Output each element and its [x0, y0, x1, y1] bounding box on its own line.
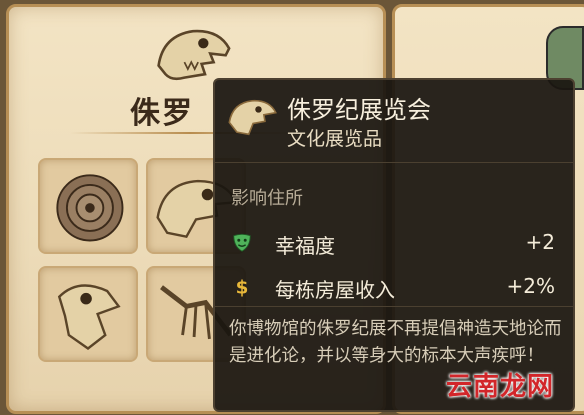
site-watermark: 云南龙网 — [446, 372, 555, 402]
effects-section-title: 影响住所 — [231, 188, 303, 209]
svg-text:$: $ — [236, 277, 249, 298]
divider — [215, 306, 573, 307]
raptor-skull-icon — [57, 284, 121, 350]
effect-value: +2% — [506, 274, 556, 298]
effect-row-income: $ 每栋房屋收入 +2% — [229, 274, 563, 302]
card-title: 侏罗 — [130, 96, 194, 131]
raptor-skull-slot[interactable] — [38, 266, 138, 362]
theater-mask-icon — [233, 233, 251, 252]
effect-value: +2 — [525, 230, 555, 254]
effect-label: 每栋房屋收入 — [275, 278, 395, 302]
item-tooltip: 侏罗纪展览会 文化展览品 影响住所 幸福度 +2 $ 每栋房屋收入 +2% 你博… — [213, 78, 575, 412]
ammonite-icon — [56, 174, 124, 242]
item-name: 侏罗纪展览会 — [287, 96, 431, 124]
effect-label: 幸福度 — [275, 234, 335, 258]
divider — [215, 162, 573, 163]
dinosaur-skull-icon — [228, 99, 277, 136]
item-type: 文化展览品 — [287, 128, 383, 150]
dollar-sign-icon: $ — [236, 277, 249, 298]
effect-row-happiness: 幸福度 +2 — [229, 230, 563, 258]
ammonite-fossil-slot[interactable] — [38, 158, 138, 254]
item-description: 你博物馆的侏罗纪展不再提倡神造天地论而是进化论，并以等身大的标本大声疾呼！ — [229, 319, 562, 366]
